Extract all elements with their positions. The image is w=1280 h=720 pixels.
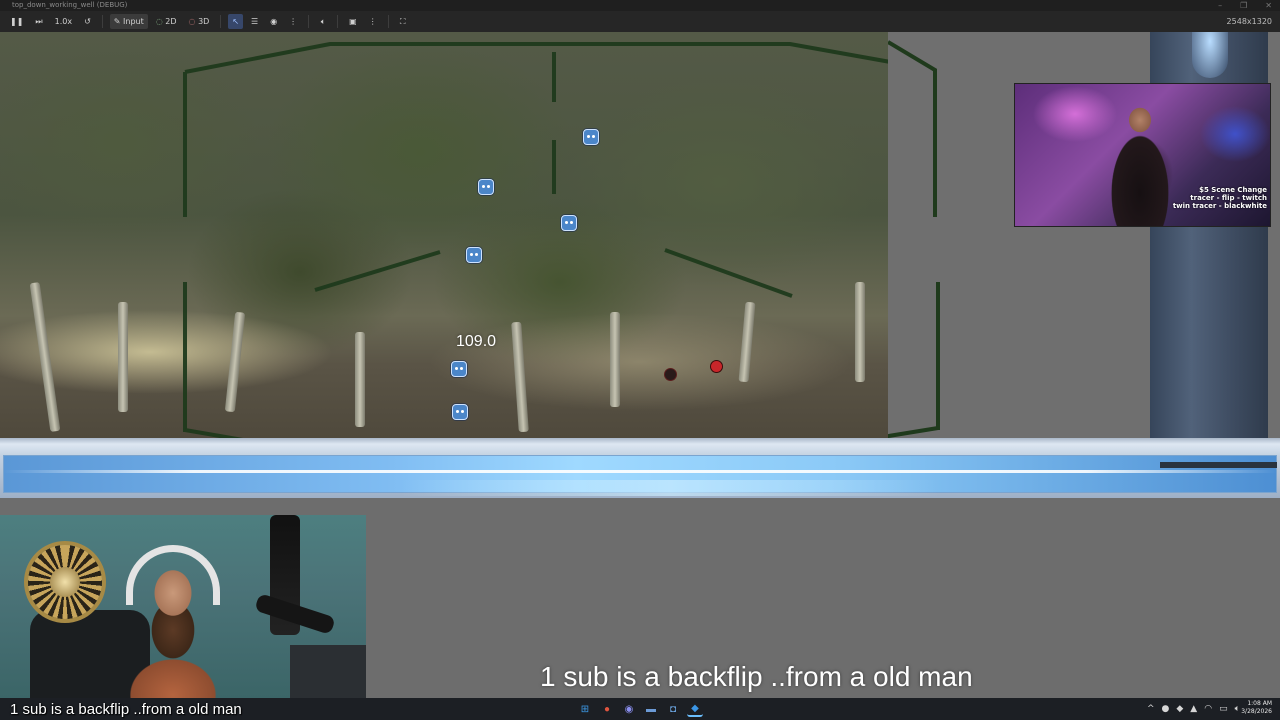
score-readout: 109.0	[456, 333, 497, 350]
hud-highlight-line	[3, 470, 1277, 473]
guest-streamer-image	[1105, 98, 1175, 226]
mandala-decoration	[28, 545, 102, 619]
tray-app-icon[interactable]: ●	[1162, 704, 1170, 714]
arena-frame-overlay	[183, 42, 888, 438]
mode-3d-icon: ◌	[188, 17, 199, 26]
arena-wall-bottom-right	[888, 426, 939, 438]
arena-wall-diag-left	[314, 250, 441, 292]
window-title-bar: top_down_working_well (DEBUG) – ❐ ✕	[0, 0, 1280, 11]
red-target-marker	[711, 361, 722, 372]
mode-3d-label: 3D	[198, 17, 210, 26]
windows-start-icon[interactable]: ⊞	[577, 701, 593, 717]
system-tray: ^ ● ◆ ▲ ◠ ▭ 🔈︎	[1147, 698, 1240, 720]
select-tool-icon[interactable]: ↖	[228, 14, 244, 29]
arena-wall-right-top	[888, 40, 937, 217]
speed-scale-button[interactable]: 1.0x	[51, 14, 76, 29]
guest-overlay-line: tracer - flip - twitch	[1190, 194, 1267, 202]
minimize-button[interactable]: –	[1218, 0, 1222, 11]
tray-app-icon[interactable]: ▲	[1190, 704, 1197, 714]
toolbar-separator	[387, 15, 389, 28]
toolbar-separator	[220, 15, 222, 28]
enemy-sprite	[466, 247, 482, 263]
monitor-icon[interactable]: ▭	[1219, 704, 1228, 714]
guest-webcam-overlay: $5 Scene Change tracer - flip - twitch t…	[1014, 83, 1271, 227]
resolution-readout: 2548x1320	[1226, 17, 1272, 26]
guest-overlay-line: twin tracer - blackwhite	[1172, 202, 1267, 210]
enemy-sprite	[452, 404, 468, 420]
tray-chevron-icon[interactable]: ^	[1147, 704, 1155, 714]
tray-app-icon[interactable]: ◆	[1176, 704, 1183, 714]
equipment-image	[290, 645, 366, 698]
vscode-icon[interactable]: ◆	[687, 701, 703, 717]
maximize-button[interactable]: ❐	[1240, 0, 1247, 11]
enemy-sprite	[451, 361, 467, 377]
camera-override-icon[interactable]: ▣	[345, 14, 361, 29]
dark-player-marker	[665, 369, 676, 380]
input-label: Input	[123, 17, 144, 26]
guest-overlay-text: $5 Scene Change tracer - flip - twitch t…	[1173, 186, 1267, 210]
network-icon[interactable]: ◠	[1204, 704, 1212, 714]
pillar-glow-decoration	[1192, 32, 1228, 78]
mode-2d-label: 2D	[165, 17, 177, 26]
enemy-sprite	[583, 129, 599, 145]
reset-icon[interactable]: ↺	[80, 14, 95, 29]
close-button[interactable]: ✕	[1265, 0, 1272, 11]
stream-caption-large: 1 sub is a backflip ..from a old man	[540, 661, 973, 692]
visibility-icon[interactable]: ◉	[266, 14, 281, 29]
enemy-sprite	[478, 179, 494, 195]
input-icon: ✎	[113, 17, 124, 26]
hud-dark-segment	[1160, 462, 1277, 468]
clock-time: 1:08 AM	[1247, 700, 1272, 707]
volume-icon[interactable]: 🔈︎	[1235, 704, 1240, 714]
enemy-sprite	[561, 215, 577, 231]
file-explorer-icon[interactable]: ▬	[643, 701, 659, 717]
discord-icon[interactable]: ◉	[621, 701, 637, 717]
clock-date: 3/28/2026	[1241, 708, 1272, 715]
mode-2d-icon: ◌	[155, 17, 166, 26]
toolbar-separator	[337, 15, 339, 28]
mode-2d-button[interactable]: ◌ 2D	[152, 14, 181, 29]
audio-mute-icon[interactable]: 🔈︎	[316, 14, 330, 29]
taskbar-clock[interactable]: 1:08 AM 3/28/2026	[1241, 700, 1272, 716]
window-title: top_down_working_well (DEBUG)	[12, 1, 128, 9]
godot-icon[interactable]: ◘	[665, 701, 681, 717]
chrome-icon[interactable]: ●	[599, 701, 615, 717]
more-options-icon[interactable]: ⋮	[285, 14, 301, 29]
toolbar-separator	[101, 15, 103, 28]
pause-icon[interactable]: ❚❚	[6, 14, 27, 29]
fullscreen-icon[interactable]: ⛶	[396, 14, 410, 29]
streamer-webcam	[0, 515, 366, 698]
arena-wall-top	[184, 42, 888, 74]
hud-highlight-glow	[400, 480, 940, 496]
webcam-caption: 1 sub is a backflip ..from a old man	[10, 701, 242, 718]
camera-options-icon[interactable]: ⋮	[365, 14, 381, 29]
toolbar-separator	[308, 15, 310, 28]
window-controls: – ❐ ✕	[1218, 0, 1272, 11]
input-mode-button[interactable]: ✎ Input	[109, 14, 148, 29]
mode-3d-button[interactable]: ◌ 3D	[185, 14, 214, 29]
game-viewport[interactable]: 109.0	[0, 32, 888, 438]
game-debug-toolbar: ❚❚ ⏭ 1.0x ↺ ✎ Input ◌ 2D ◌ 3D ↖ ☰ ◉ ⋮ 🔈︎…	[0, 11, 1280, 32]
list-select-icon[interactable]: ☰	[247, 14, 262, 29]
arena-wall-diag-right	[664, 248, 793, 298]
step-icon[interactable]: ⏭	[31, 14, 46, 29]
taskbar-apps: ⊞ ● ◉ ▬ ◘ ◆	[577, 701, 703, 717]
guest-overlay-line: $5 Scene Change	[1199, 186, 1267, 194]
desktop-screen: top_down_working_well (DEBUG) – ❐ ✕ ❚❚ ⏭…	[0, 0, 1280, 720]
arena-wall-bottom	[184, 428, 244, 438]
